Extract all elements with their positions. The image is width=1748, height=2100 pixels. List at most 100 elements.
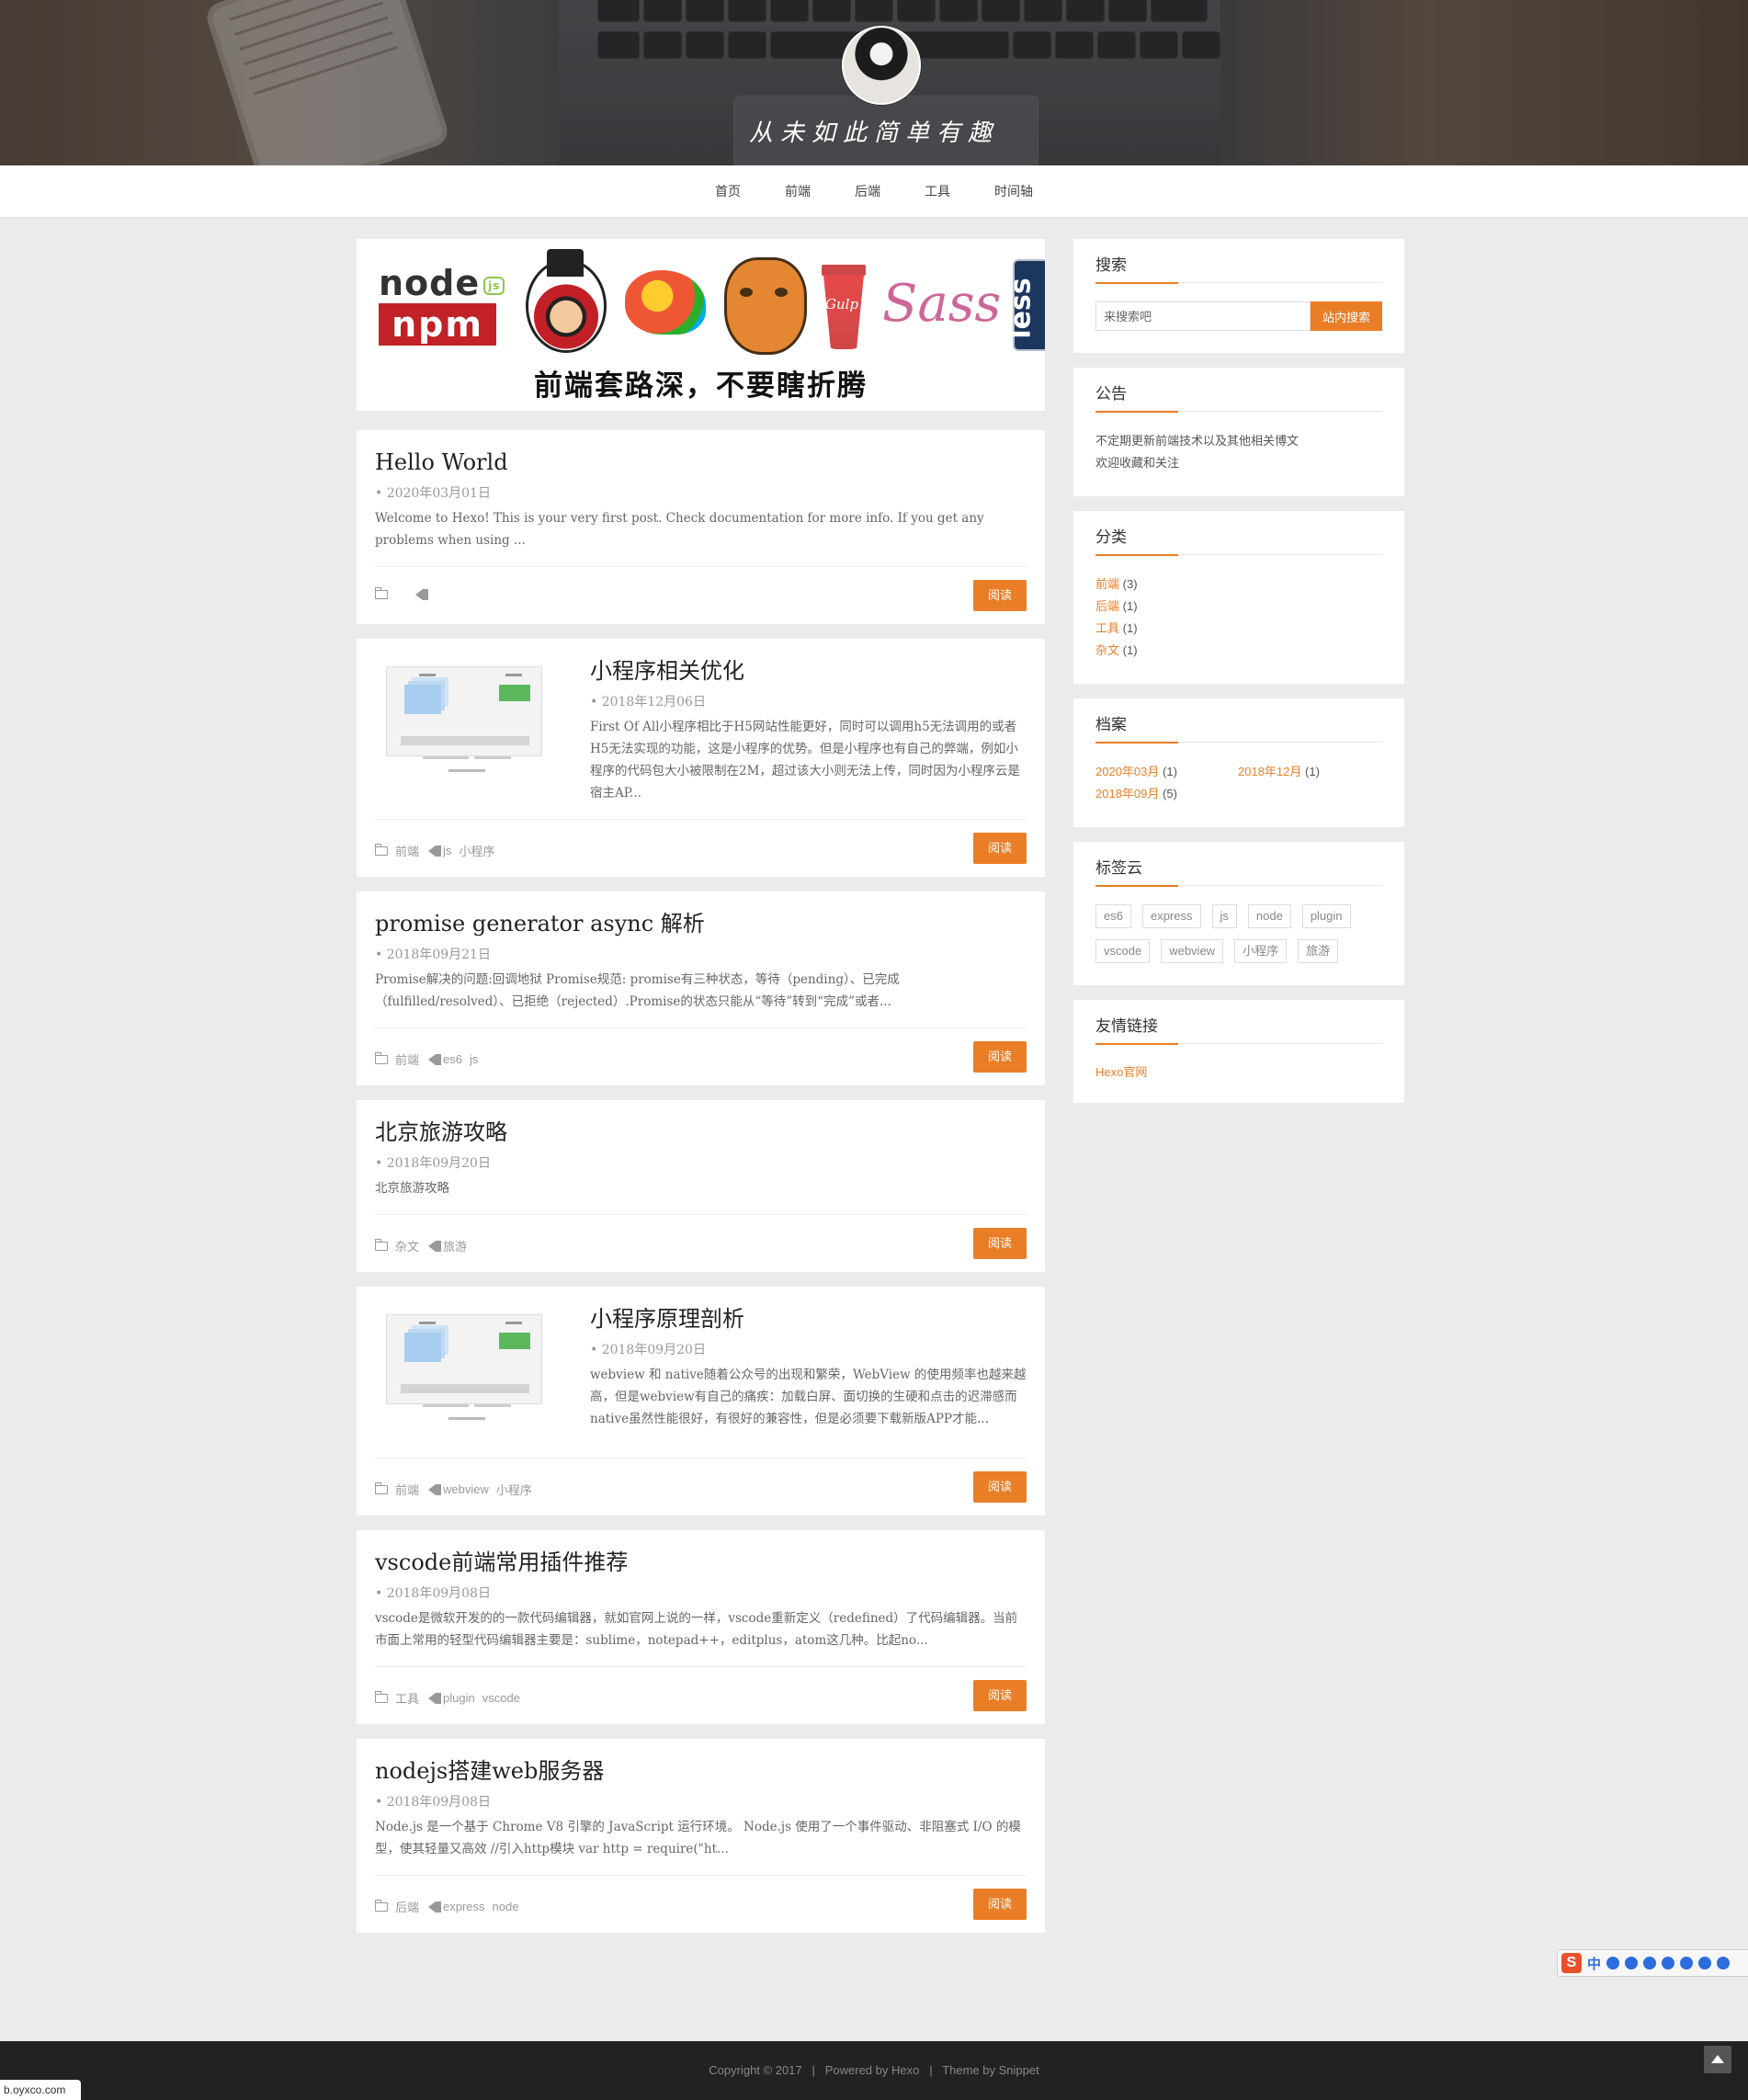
archive-count: (5) xyxy=(1163,787,1177,800)
tag-icon xyxy=(428,1240,442,1252)
post-title[interactable]: 北京旅游攻略 xyxy=(375,1118,1027,1146)
tag-icon xyxy=(428,1692,442,1704)
tag-chip[interactable]: webview xyxy=(1161,939,1224,963)
archive-link[interactable]: 2018年09月 xyxy=(1095,787,1159,800)
search-widget: 搜索 站内搜索 xyxy=(1073,239,1404,353)
post-thumbnail[interactable] xyxy=(375,657,568,795)
sogou-logo-icon[interactable]: S xyxy=(1561,1953,1582,1973)
post-card: 小程序相关优化 • 2018年12月06日 First Of All小程序相比于… xyxy=(357,639,1045,877)
post-title[interactable]: promise generator async 解析 xyxy=(375,910,1027,937)
post-category-link[interactable]: 前端 xyxy=(395,842,419,859)
post-tag-link[interactable]: 旅游 xyxy=(443,1237,467,1254)
grid-menu-icon[interactable] xyxy=(1717,1957,1731,1969)
search-button[interactable]: 站内搜索 xyxy=(1311,301,1382,331)
footer-separator: | xyxy=(929,2063,933,2077)
site-footer: Copyright © 2017 | Powered by Hexo | The… xyxy=(0,2041,1748,2100)
post-tag-link[interactable]: js xyxy=(443,844,451,857)
footer-theme-link[interactable]: Theme by Snippet xyxy=(942,2063,1039,2077)
post-thumbnail[interactable] xyxy=(375,1305,568,1443)
post-card: promise generator async 解析 • 2018年09月21日… xyxy=(357,891,1045,1085)
notice-line: 欢迎收藏和关注 xyxy=(1095,456,1180,470)
site-slogan: 从未如此简单有趣 xyxy=(748,119,999,147)
author-avatar[interactable] xyxy=(842,26,921,105)
post-category-link[interactable]: 前端 xyxy=(395,1050,419,1068)
read-button[interactable]: 阅读 xyxy=(973,1041,1027,1073)
folder-icon xyxy=(375,1899,388,1912)
ime-mode-indicator[interactable]: 中 xyxy=(1587,1954,1601,1973)
nav-item-tools[interactable]: 工具 xyxy=(902,165,972,217)
post-tag-link[interactable]: webview xyxy=(443,1482,489,1496)
tag-icon xyxy=(415,589,428,600)
post-tag-link[interactable]: plugin xyxy=(443,1691,475,1705)
skin-icon[interactable] xyxy=(1680,1957,1694,1969)
category-link[interactable]: 前端 xyxy=(1095,577,1119,591)
shirt-icon[interactable] xyxy=(1698,1957,1712,1969)
tag-chip[interactable]: vscode xyxy=(1095,939,1151,963)
tag-chip[interactable]: plugin xyxy=(1301,904,1351,928)
post-card: 小程序原理剖析 • 2018年09月20日 webview 和 native随着… xyxy=(357,1287,1045,1515)
archive-widget: 档案 2020年03月 (1) 2018年12月 (1) 2018年09月 (5… xyxy=(1073,698,1404,827)
read-button[interactable]: 阅读 xyxy=(973,833,1027,864)
post-tag-link[interactable]: js xyxy=(470,1052,478,1066)
post-date: • 2018年12月06日 xyxy=(590,695,706,709)
read-button[interactable]: 阅读 xyxy=(973,1680,1027,1711)
back-to-top-icon[interactable] xyxy=(1704,2046,1731,2073)
category-count: (1) xyxy=(1122,643,1138,657)
post-tag-link[interactable]: express xyxy=(443,1900,485,1913)
post-date: • 2018年09月08日 xyxy=(375,1795,491,1810)
post-title[interactable]: 小程序原理剖析 xyxy=(590,1305,1027,1333)
post-tag-link[interactable]: 小程序 xyxy=(496,1481,532,1498)
main-nav: 首页 前端 后端 工具 时间轴 xyxy=(0,165,1748,218)
post-tag-link[interactable]: es6 xyxy=(443,1052,462,1066)
footer-powered-link[interactable]: Powered by Hexo xyxy=(825,2063,920,2077)
post-tag-link[interactable]: 小程序 xyxy=(459,842,494,859)
friend-link[interactable]: Hexo官网 xyxy=(1095,1065,1147,1079)
category-count: (1) xyxy=(1122,621,1138,635)
tag-icon xyxy=(428,1053,442,1065)
folder-icon xyxy=(375,1481,388,1494)
post-category-link[interactable]: 杂文 xyxy=(395,1237,419,1254)
tag-chip[interactable]: 小程序 xyxy=(1234,939,1288,963)
post-card: vscode前端常用插件推荐 • 2018年09月08日 vscode是微软开发… xyxy=(357,1530,1045,1724)
category-link[interactable]: 杂文 xyxy=(1095,643,1119,657)
bower-logo xyxy=(625,270,706,335)
read-button[interactable]: 阅读 xyxy=(973,1471,1027,1503)
microphone-icon[interactable] xyxy=(1643,1957,1657,1969)
post-tag-link[interactable]: node xyxy=(493,1900,519,1913)
post-title[interactable]: nodejs搭建web服务器 xyxy=(375,1757,1027,1785)
folder-icon xyxy=(375,1238,388,1251)
archive-link[interactable]: 2020年03月 xyxy=(1095,765,1159,778)
post-title[interactable]: vscode前端常用插件推荐 xyxy=(375,1549,1027,1576)
notice-line: 不定期更新前端技术以及其他相关博文 xyxy=(1095,434,1300,448)
post-title[interactable]: Hello World xyxy=(375,448,1027,476)
read-button[interactable]: 阅读 xyxy=(973,580,1027,611)
category-link[interactable]: 工具 xyxy=(1095,621,1119,635)
search-input[interactable] xyxy=(1095,301,1311,331)
category-link[interactable]: 后端 xyxy=(1095,599,1119,613)
post-title[interactable]: 小程序相关优化 xyxy=(590,657,1027,685)
widget-title: 友情链接 xyxy=(1095,1013,1382,1045)
tag-chip[interactable]: js xyxy=(1211,904,1237,928)
read-button[interactable]: 阅读 xyxy=(973,1228,1027,1259)
archive-count: (1) xyxy=(1163,765,1177,778)
tag-chip[interactable]: express xyxy=(1141,904,1201,928)
post-category-link[interactable]: 后端 xyxy=(395,1898,419,1915)
read-button[interactable]: 阅读 xyxy=(973,1889,1027,1920)
ime-toolbar[interactable]: S 中 xyxy=(1557,1949,1748,1977)
nav-item-home[interactable]: 首页 xyxy=(693,165,763,217)
nav-item-backend[interactable]: 后端 xyxy=(833,165,902,217)
widget-title: 分类 xyxy=(1095,524,1382,556)
tag-chip[interactable]: 旅游 xyxy=(1298,939,1339,963)
emoji-icon[interactable] xyxy=(1625,1957,1639,1969)
punctuation-icon[interactable] xyxy=(1606,1957,1620,1969)
keyboard-icon[interactable] xyxy=(1662,1957,1675,1969)
tag-chip[interactable]: node xyxy=(1247,904,1291,928)
post-category-link[interactable]: 前端 xyxy=(395,1481,419,1498)
tag-chip[interactable]: es6 xyxy=(1095,904,1131,928)
widget-title: 搜索 xyxy=(1095,252,1382,284)
post-tag-link[interactable]: vscode xyxy=(482,1691,520,1705)
post-category-link[interactable]: 工具 xyxy=(395,1689,419,1707)
nav-item-frontend[interactable]: 前端 xyxy=(763,165,833,217)
nav-item-timeline[interactable]: 时间轴 xyxy=(972,165,1055,217)
archive-link[interactable]: 2018年12月 xyxy=(1238,765,1301,778)
